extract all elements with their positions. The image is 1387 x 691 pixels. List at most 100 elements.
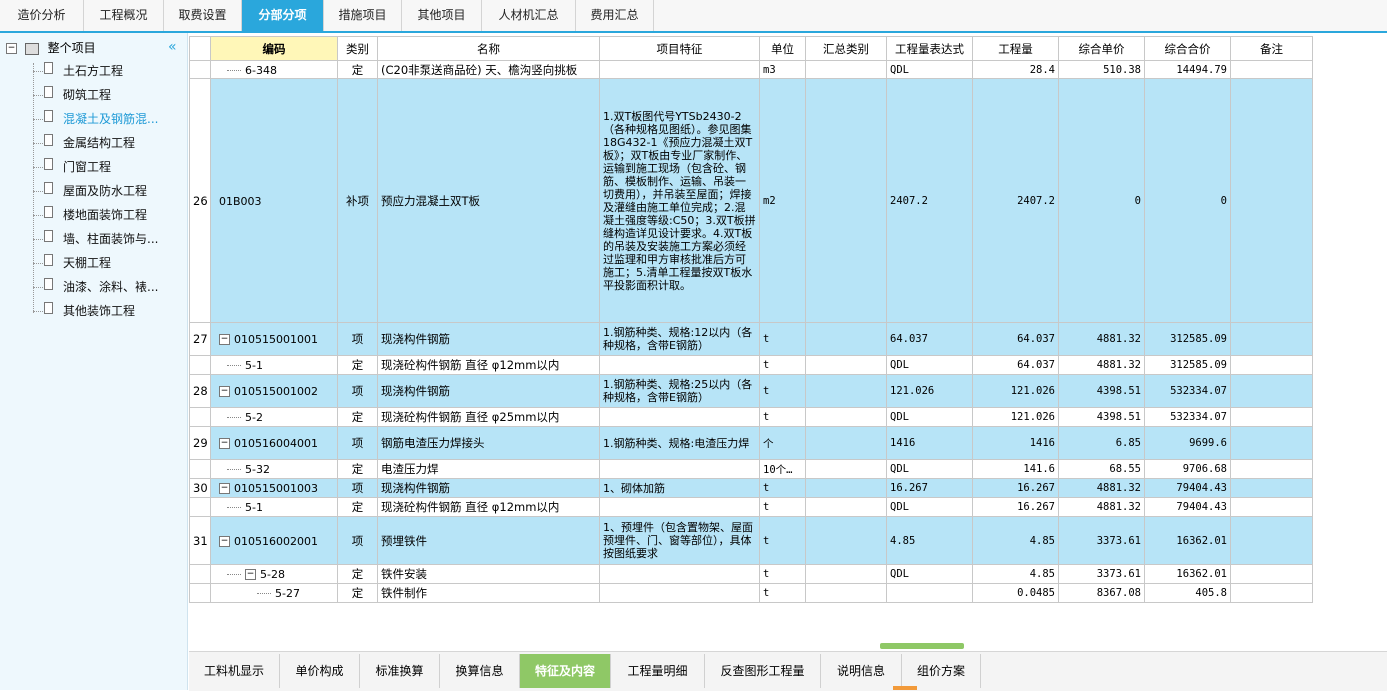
cell-unit-price[interactable]: 3373.61: [1058, 564, 1145, 584]
row-index[interactable]: [189, 60, 211, 79]
cell-code[interactable]: −010515001001: [210, 322, 338, 356]
cell-name[interactable]: 预埋铁件: [377, 516, 600, 565]
cell-summary-type[interactable]: [805, 426, 887, 460]
tab-feature-content[interactable]: 特征及内容: [520, 654, 611, 688]
panel-splitter-handle[interactable]: [880, 643, 964, 649]
cell-unit-price[interactable]: 4881.32: [1058, 497, 1145, 517]
table-row[interactable]: 29−010516004001 项 钢筋电渣压力焊接头 1.钢筋种类、规格:电渣压力焊…: [189, 426, 1313, 460]
cell-remark[interactable]: [1230, 78, 1313, 323]
cell-feature[interactable]: [599, 497, 760, 517]
cell-qty[interactable]: 64.037: [972, 322, 1059, 356]
cell-unit[interactable]: t: [759, 583, 806, 603]
cell-unit-price[interactable]: 68.55: [1058, 459, 1145, 479]
cell-type[interactable]: 定: [337, 60, 378, 79]
cell-feature[interactable]: 1.钢筋种类、规格:电渣压力焊: [599, 426, 760, 460]
cell-remark[interactable]: [1230, 322, 1313, 356]
cell-feature[interactable]: [599, 564, 760, 584]
cell-code[interactable]: −010516004001: [210, 426, 338, 460]
cell-total[interactable]: 16362.01: [1144, 516, 1231, 565]
cell-code[interactable]: −010516002001: [210, 516, 338, 565]
row-index[interactable]: 29: [189, 426, 211, 460]
col-qty-expr[interactable]: 工程量表达式: [886, 36, 973, 61]
tab-other-items[interactable]: 其他项目: [402, 0, 482, 31]
expand-collapse-icon[interactable]: −: [219, 483, 230, 494]
cell-feature[interactable]: [599, 355, 760, 375]
cell-summary-type[interactable]: [805, 322, 887, 356]
cell-qty[interactable]: 16.267: [972, 478, 1059, 498]
cell-feature[interactable]: [599, 60, 760, 79]
cell-total[interactable]: 16362.01: [1144, 564, 1231, 584]
tab-labor-material-summary[interactable]: 人材机汇总: [482, 0, 576, 31]
cell-unit-price[interactable]: 4881.32: [1058, 322, 1145, 356]
cell-qty-expr[interactable]: 64.037: [886, 322, 973, 356]
cell-qty[interactable]: 4.85: [972, 516, 1059, 565]
cell-qty[interactable]: 121.026: [972, 407, 1059, 427]
table-row[interactable]: 28−010515001002 项 现浇构件钢筋 1.钢筋种类、规格:25以内（各种规…: [189, 374, 1313, 408]
cell-unit-price[interactable]: 4881.32: [1058, 355, 1145, 375]
cell-qty-expr[interactable]: QDL: [886, 497, 973, 517]
col-summary-type[interactable]: 汇总类别: [805, 36, 887, 61]
cell-unit-price[interactable]: 0: [1058, 78, 1145, 323]
cell-code[interactable]: 5-2: [210, 407, 338, 427]
cell-qty[interactable]: 0.0485: [972, 583, 1059, 603]
tree-item-wall-column[interactable]: 墙、柱面装饰与...: [63, 230, 158, 248]
tab-fee-settings[interactable]: 取费设置: [164, 0, 242, 31]
cell-total[interactable]: 79404.43: [1144, 478, 1231, 498]
col-code[interactable]: 编码: [210, 36, 338, 61]
tab-description[interactable]: 说明信息: [821, 654, 902, 688]
cell-total[interactable]: 14494.79: [1144, 60, 1231, 79]
tab-quantity-detail[interactable]: 工程量明细: [611, 654, 705, 688]
cell-name[interactable]: 现浇砼构件钢筋 直径 φ12mm以内: [377, 355, 600, 375]
row-index[interactable]: [189, 583, 211, 603]
cell-unit-price[interactable]: 8367.08: [1058, 583, 1145, 603]
cell-type[interactable]: 定: [337, 564, 378, 584]
cell-name[interactable]: 现浇构件钢筋: [377, 322, 600, 356]
cell-feature[interactable]: 1、预埋件（包含置物架、屋面预埋件、门、窗等部位），具体按图纸要求: [599, 516, 760, 565]
tree-item-masonry[interactable]: 砌筑工程: [63, 86, 111, 104]
cell-code[interactable]: 5-1: [210, 355, 338, 375]
table-row[interactable]: 26 01B003 补项 预应力混凝土双T板 1.双T板图代号YTSb2430-2（各种…: [189, 78, 1313, 323]
cell-name[interactable]: 现浇砼构件钢筋 直径 φ12mm以内: [377, 497, 600, 517]
col-remark[interactable]: 备注: [1230, 36, 1313, 61]
cell-summary-type[interactable]: [805, 60, 887, 79]
cell-total[interactable]: 9706.68: [1144, 459, 1231, 479]
table-row[interactable]: 5-1 定 现浇砼构件钢筋 直径 φ12mm以内 t QDL 16.267 4881.32 7…: [189, 497, 1313, 517]
tab-standard-conversion[interactable]: 标准换算: [360, 654, 440, 688]
tab-project-overview[interactable]: 工程概况: [84, 0, 164, 31]
cell-unit[interactable]: t: [759, 407, 806, 427]
cell-remark[interactable]: [1230, 60, 1313, 79]
tab-division-items[interactable]: 分部分项: [242, 0, 324, 31]
row-index[interactable]: [189, 564, 211, 584]
expand-collapse-icon[interactable]: −: [219, 334, 230, 345]
tab-pricing-plan[interactable]: 组价方案: [902, 654, 981, 688]
cell-remark[interactable]: [1230, 355, 1313, 375]
cell-qty[interactable]: 4.85: [972, 564, 1059, 584]
cell-feature[interactable]: 1.钢筋种类、规格:25以内（各种规格，含带E钢筋）: [599, 374, 760, 408]
row-index[interactable]: 26: [189, 78, 211, 323]
cell-summary-type[interactable]: [805, 459, 887, 479]
cell-unit[interactable]: 个: [759, 426, 806, 460]
expand-collapse-icon[interactable]: −: [219, 438, 230, 449]
tab-labor-material-display[interactable]: 工料机显示: [189, 654, 280, 688]
tab-measures[interactable]: 措施项目: [324, 0, 402, 31]
cell-qty[interactable]: 121.026: [972, 374, 1059, 408]
cell-remark[interactable]: [1230, 583, 1313, 603]
cell-total[interactable]: 405.8: [1144, 583, 1231, 603]
cell-type[interactable]: 定: [337, 497, 378, 517]
col-feature[interactable]: 项目特征: [599, 36, 760, 61]
cell-qty[interactable]: 1416: [972, 426, 1059, 460]
cell-feature[interactable]: 1.双T板图代号YTSb2430-2（各种规格见图纸）。参见图集18G432-1…: [599, 78, 760, 323]
cell-remark[interactable]: [1230, 459, 1313, 479]
cell-unit-price[interactable]: 4881.32: [1058, 478, 1145, 498]
collapse-icon[interactable]: −: [6, 43, 17, 54]
cell-code[interactable]: 6-348: [210, 60, 338, 79]
expand-collapse-icon[interactable]: −: [219, 535, 230, 547]
table-row[interactable]: 31−010516002001 项 预埋铁件 1、预埋件（包含置物架、屋面预埋件、门、…: [189, 516, 1313, 565]
cell-type[interactable]: 定: [337, 355, 378, 375]
expand-collapse-icon[interactable]: −: [245, 569, 256, 580]
cell-summary-type[interactable]: [805, 374, 887, 408]
row-index[interactable]: [189, 355, 211, 375]
cell-type[interactable]: 项: [337, 516, 378, 565]
cell-unit-price[interactable]: 6.85: [1058, 426, 1145, 460]
tree-item-doors-windows[interactable]: 门窗工程: [63, 158, 111, 176]
